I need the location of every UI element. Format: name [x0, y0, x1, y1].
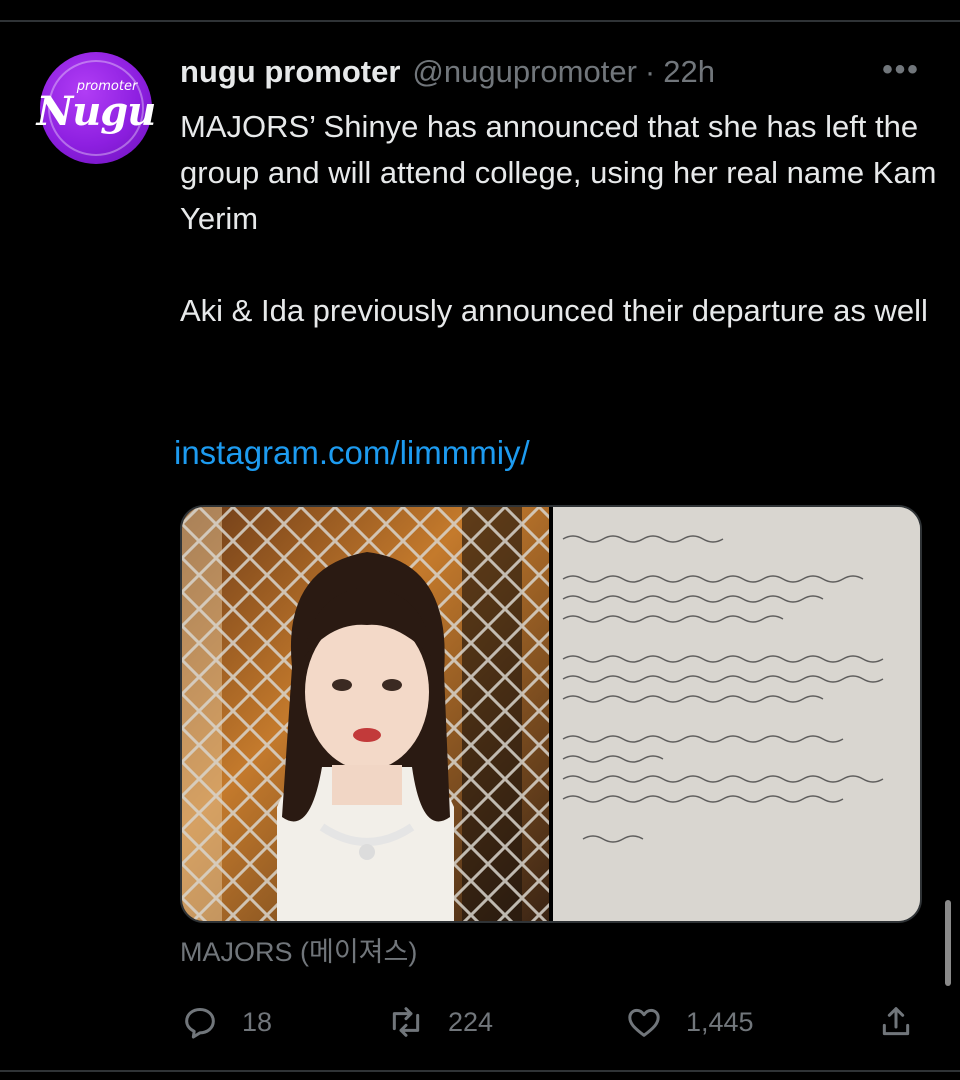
tweet-header: nugu promoter @nugupromoter · 22h	[180, 54, 715, 94]
timestamp[interactable]: 22h	[663, 54, 715, 90]
avatar[interactable]: promoter Nugu	[37, 52, 156, 164]
retweet-count: 224	[448, 1006, 494, 1037]
scrollbar[interactable]	[945, 900, 951, 986]
retweet-icon	[392, 1007, 420, 1037]
comment-bubble-icon	[185, 1008, 215, 1039]
media-grid[interactable]	[180, 505, 922, 923]
display-name[interactable]: nugu promoter	[180, 54, 400, 90]
top-divider	[0, 20, 960, 22]
member-photo[interactable]	[182, 507, 549, 921]
handwritten-letter[interactable]	[549, 507, 920, 921]
reply-count: 18	[242, 1006, 273, 1037]
like-count: 1,445	[686, 1006, 754, 1037]
bottom-divider	[0, 1070, 960, 1072]
media-caption: MAJORS (메이져스)	[180, 937, 418, 967]
handwritten-letter-image	[553, 507, 920, 921]
more-options-icon[interactable]: •••	[876, 55, 926, 90]
tweet-text: MAJORS’ Shinye has announced that she ha…	[180, 109, 937, 328]
heart-icon	[628, 1008, 660, 1037]
avatar-ring	[48, 60, 144, 156]
instagram-link[interactable]: instagram.com/limmmiy/	[174, 430, 530, 476]
action-bar: 18 224 1,445	[180, 1000, 920, 1044]
retweet-button[interactable]: 224	[386, 1000, 493, 1044]
share-button[interactable]	[876, 1000, 938, 1044]
header-separator: ·	[644, 54, 656, 89]
member-photo-illustration	[182, 507, 549, 921]
user-handle[interactable]: @nugupromoter	[412, 54, 636, 90]
share-upload-icon	[882, 1007, 910, 1036]
like-button[interactable]: 1,445	[624, 1000, 754, 1044]
reply-button[interactable]: 18	[180, 1000, 272, 1044]
